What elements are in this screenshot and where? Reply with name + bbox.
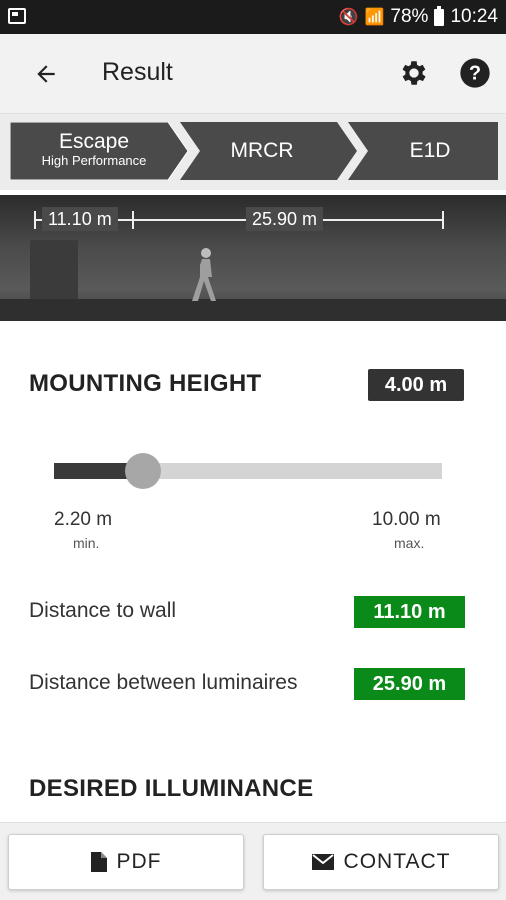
distance-between-label: Distance between luminaires bbox=[29, 671, 298, 694]
gear-icon bbox=[402, 61, 426, 85]
breadcrumb: Escape High Performance MRCR E1D bbox=[10, 122, 498, 180]
step-e1d[interactable]: E1D bbox=[370, 139, 490, 163]
step-escape-sublabel: High Performance bbox=[41, 153, 147, 168]
dim-tick-end bbox=[442, 211, 444, 229]
dim-label-between: 25.90 m bbox=[246, 207, 324, 231]
slider-thumb[interactable] bbox=[125, 453, 162, 489]
mounting-height-title: MOUNTING HEIGHT bbox=[29, 370, 262, 397]
slider-min-value: 2.20 m bbox=[54, 509, 113, 530]
steps-bar: Escape High Performance MRCR E1D bbox=[0, 114, 506, 190]
svg-text:?: ? bbox=[469, 63, 481, 85]
distance-to-wall-value: 11.10 m bbox=[354, 596, 465, 628]
clock: 10:24 bbox=[450, 6, 498, 27]
desired-illuminance-title: DESIRED ILLUMINANCE bbox=[29, 775, 314, 802]
pdf-button-label: PDF bbox=[116, 850, 162, 873]
help-icon: ? bbox=[460, 58, 490, 88]
step-escape-label: Escape bbox=[58, 130, 130, 153]
contact-button[interactable]: CONTACT bbox=[263, 834, 499, 890]
slider-min-label: min. bbox=[73, 535, 100, 551]
page-title: Result bbox=[102, 58, 173, 86]
help-button[interactable]: ? bbox=[456, 54, 494, 92]
slider-max-value: 10.00 m bbox=[372, 509, 441, 530]
pdf-button[interactable]: PDF bbox=[8, 834, 244, 890]
wifi-icon: 📶 bbox=[364, 9, 385, 26]
status-bar: 🔇 📶 78% 10:24 bbox=[0, 0, 506, 34]
room-illustration: 11.10 m 25.90 m bbox=[0, 195, 506, 321]
mounting-height-value: 4.00 m bbox=[368, 369, 464, 401]
battery-percent: 78% bbox=[390, 6, 429, 27]
step-mrcr[interactable]: MRCR bbox=[202, 139, 322, 163]
distance-between-value: 25.90 m bbox=[354, 668, 465, 700]
document-icon bbox=[90, 852, 107, 872]
contact-button-label: CONTACT bbox=[343, 850, 451, 873]
status-icons: 🔇 📶 78% 10:24 bbox=[339, 0, 498, 34]
mail-icon bbox=[311, 854, 334, 870]
bottom-bar: PDF CONTACT bbox=[0, 822, 506, 900]
wall-shape bbox=[30, 240, 78, 300]
app-bar: Result ? bbox=[0, 34, 506, 114]
battery-icon bbox=[434, 5, 445, 26]
back-button[interactable] bbox=[28, 56, 64, 92]
mute-icon: 🔇 bbox=[338, 9, 359, 26]
dim-label-wall: 11.10 m bbox=[42, 207, 118, 231]
distance-to-wall-label: Distance to wall bbox=[29, 599, 177, 622]
slider-max-label: max. bbox=[394, 535, 425, 551]
walking-person-icon bbox=[192, 248, 216, 301]
gallery-icon bbox=[8, 8, 26, 24]
settings-button[interactable] bbox=[395, 54, 433, 92]
arrow-left-icon bbox=[37, 65, 55, 83]
floor-shape bbox=[0, 299, 506, 321]
step-escape[interactable]: Escape High Performance bbox=[24, 130, 164, 168]
